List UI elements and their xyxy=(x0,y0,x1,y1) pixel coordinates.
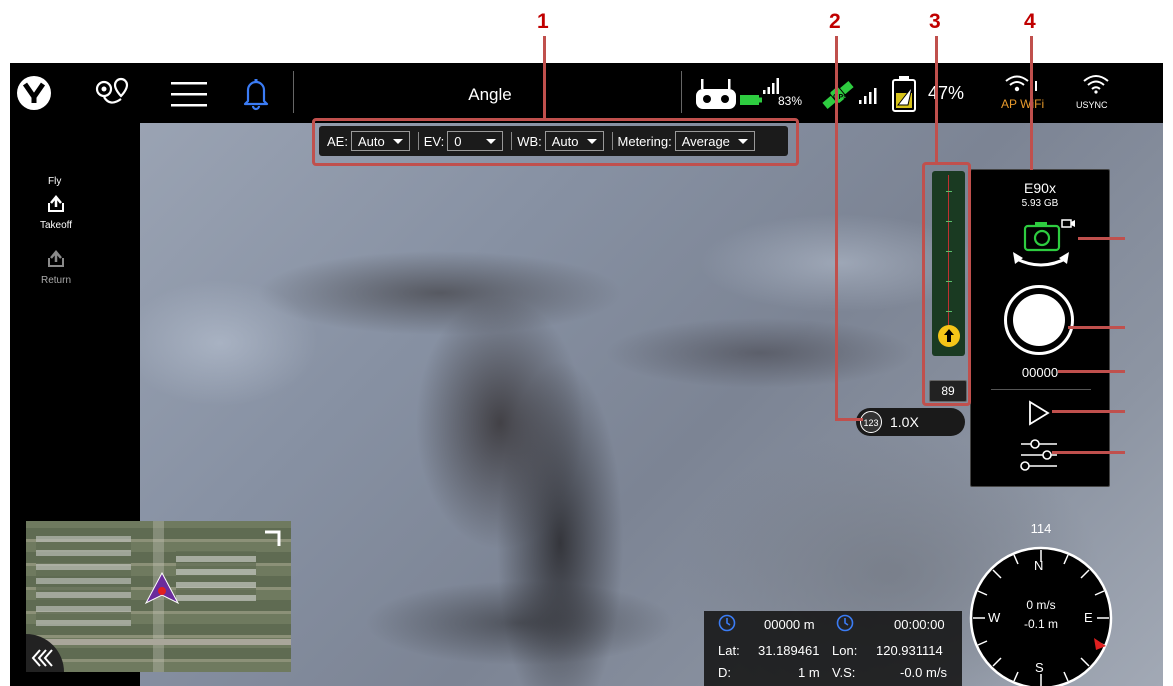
rc-signal-percent: 83% xyxy=(778,94,803,108)
shutter-inner xyxy=(1013,294,1065,346)
callout-1-outline xyxy=(312,118,799,166)
callout-1-line xyxy=(543,36,546,120)
minimap-buildings xyxy=(36,531,131,626)
callout-8-line xyxy=(1052,410,1125,413)
callout-2-line xyxy=(835,418,863,421)
usync-wifi-icon[interactable] xyxy=(1082,73,1110,95)
d-value: 1 m xyxy=(798,665,820,680)
return-button[interactable]: Return xyxy=(30,250,82,286)
gps-satellite-icon: GPS xyxy=(818,77,858,113)
callout-3-outline xyxy=(922,162,971,406)
lon-label: Lon: xyxy=(832,643,858,658)
callout-3: 3 xyxy=(929,10,941,33)
camera-model: E90x xyxy=(1024,180,1056,196)
compass-altitude: -0.1 m xyxy=(1023,617,1058,631)
flight-time: 00:00:00 xyxy=(894,617,945,632)
return-home-icon xyxy=(48,250,64,267)
topbar-separator xyxy=(293,71,294,113)
compass: N S W E 0 m/s -0.1 m xyxy=(966,540,1116,686)
bell-icon[interactable] xyxy=(242,75,270,111)
zoom-level: 1.0X xyxy=(890,414,919,430)
compass-n: N xyxy=(1034,558,1044,573)
d-label: D: xyxy=(718,665,731,680)
zoom-level-pill[interactable]: 123 1.0X xyxy=(856,408,965,436)
camera-switch-icon xyxy=(1013,219,1075,267)
expand-corner-icon xyxy=(265,530,281,546)
chevrons-left-icon xyxy=(31,649,53,667)
navigation-data-panel: 00000 m 00:00:00 Lat: 31.189461 Lon: 120… xyxy=(704,611,962,686)
return-label: Return xyxy=(40,275,71,286)
heading-value: 114 xyxy=(1030,521,1052,536)
gps-signal-icon xyxy=(858,87,880,105)
battery-percent: 47% xyxy=(928,83,965,103)
drone-position-marker xyxy=(144,571,180,607)
mode-title: Angle xyxy=(468,85,512,104)
callout-1: 1 xyxy=(537,10,549,33)
rc-signal-icon xyxy=(762,77,782,95)
distance-icon xyxy=(718,614,736,632)
usync-label: USYNC xyxy=(1076,100,1108,110)
vs-label: V.S: xyxy=(832,665,856,680)
drone-marker-icon xyxy=(144,571,180,605)
rc-battery-icon xyxy=(739,93,763,105)
takeoff-icon xyxy=(48,195,64,212)
ap-wifi-icon[interactable] xyxy=(1003,73,1039,95)
lat-label: Lat: xyxy=(718,643,740,658)
storage-remaining: 5.93 GB xyxy=(1021,198,1059,209)
takeoff-label: Takeoff xyxy=(39,220,73,231)
callout-6-line xyxy=(1068,326,1125,329)
remote-controller-icon xyxy=(694,77,738,111)
callout-3-line xyxy=(935,36,938,164)
callout-2: 2 xyxy=(829,10,841,33)
minimap-road xyxy=(26,639,291,645)
minimap-expand-button[interactable] xyxy=(262,527,284,549)
minimap-buildings xyxy=(176,551,256,601)
clock-icon xyxy=(836,614,854,632)
top-status-bar: Angle 83% GPS 47% AP WiFi USYNC xyxy=(10,63,1163,123)
callout-2-line xyxy=(835,36,838,420)
ap-wifi-label: AP WiFi xyxy=(1001,97,1045,111)
fly-label: Fly xyxy=(48,176,62,187)
playback-button[interactable] xyxy=(1027,400,1051,426)
topbar-separator xyxy=(681,71,682,113)
battery-icon xyxy=(890,75,918,113)
callout-4: 4 xyxy=(1024,10,1036,33)
sliders-icon xyxy=(1020,439,1057,471)
callout-9-line xyxy=(1052,451,1125,454)
play-icon xyxy=(1029,400,1050,426)
callout-7-line xyxy=(1058,370,1125,373)
minimap[interactable] xyxy=(26,521,291,672)
callout-5-line xyxy=(1078,237,1125,240)
waypoint-map-icon[interactable] xyxy=(92,75,132,111)
zoom-mode-badge[interactable]: 123 xyxy=(860,411,882,433)
panel-divider xyxy=(991,389,1091,390)
compass-speed: 0 m/s xyxy=(1026,598,1056,612)
distance-value: 00000 m xyxy=(764,617,815,632)
camera-settings-button[interactable] xyxy=(1019,438,1059,472)
photo-video-switch[interactable] xyxy=(1005,214,1077,276)
callout-4-line xyxy=(1030,36,1033,170)
lat-value: 31.189461 xyxy=(758,643,820,658)
takeoff-button[interactable]: Takeoff xyxy=(30,195,82,231)
shutter-button[interactable] xyxy=(1004,285,1074,355)
menu-icon[interactable] xyxy=(169,80,209,108)
logo-icon[interactable] xyxy=(16,75,52,111)
lon-value: 120.931114 xyxy=(876,643,943,658)
vs-value: -0.0 m/s xyxy=(900,665,947,680)
compass-s: S xyxy=(1035,660,1044,675)
